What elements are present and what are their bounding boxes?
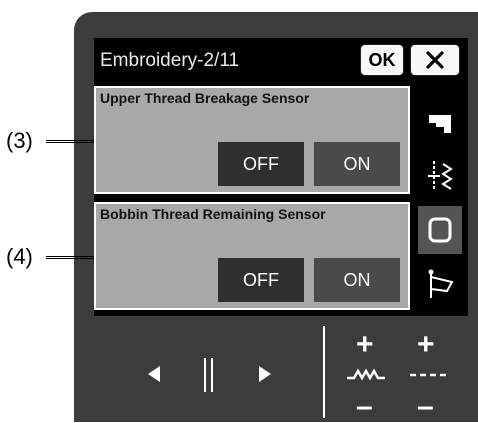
- sidebar: [418, 98, 462, 310]
- flag-icon: [428, 269, 454, 298]
- sidebar-item-sewing[interactable]: [418, 100, 462, 148]
- width-minus-button[interactable]: –: [356, 392, 373, 422]
- upper-thread-sensor-label: Upper Thread Breakage Sensor: [100, 90, 310, 106]
- sidebar-item-embroidery[interactable]: [418, 152, 462, 200]
- close-icon: [426, 51, 444, 69]
- embroidery-icon: [428, 161, 453, 191]
- length-plus-button[interactable]: +: [417, 330, 435, 360]
- upper-thread-on-button[interactable]: ON: [314, 142, 400, 186]
- zigzag-width-indicator: [346, 366, 386, 387]
- sidebar-item-bobbin[interactable]: [418, 206, 462, 254]
- length-minus-button[interactable]: –: [417, 392, 434, 422]
- sewing-machine-icon: [429, 115, 451, 133]
- zigzag-stitch-icon: [347, 368, 385, 381]
- sidebar-item-flag[interactable]: [418, 260, 462, 308]
- bobbin-thread-sensor-label: Bobbin Thread Remaining Sensor: [100, 206, 326, 222]
- triangle-left-icon: [148, 366, 160, 382]
- triangle-right-icon: [259, 366, 271, 382]
- callout-3-leader: [46, 140, 94, 143]
- ok-button[interactable]: OK: [360, 44, 404, 76]
- previous-button[interactable]: [145, 364, 163, 389]
- bobbin-thread-on-button[interactable]: ON: [314, 258, 400, 302]
- upper-thread-off-button[interactable]: OFF: [218, 142, 304, 186]
- stitch-length-indicator: [408, 366, 452, 387]
- bobbin-thread-off-button[interactable]: OFF: [218, 258, 304, 302]
- width-plus-button[interactable]: +: [356, 330, 374, 360]
- dashed-stitch-icon: [410, 373, 450, 377]
- controls-divider: [323, 326, 325, 418]
- callout-4-leader: [46, 256, 94, 259]
- bobbin-thread-sensor-panel: Bobbin Thread Remaining Sensor OFF ON: [94, 202, 410, 310]
- callout-3: (3): [6, 128, 33, 153]
- close-button[interactable]: [410, 44, 460, 76]
- callout-4: (4): [6, 244, 33, 269]
- upper-thread-sensor-panel: Upper Thread Breakage Sensor OFF ON: [94, 86, 410, 194]
- page-title: Embroidery-2/11: [100, 50, 240, 71]
- next-button[interactable]: [256, 364, 274, 389]
- double-bar-icon: [204, 358, 213, 392]
- pause-separator: [202, 358, 216, 397]
- bobbin-icon: [428, 217, 452, 243]
